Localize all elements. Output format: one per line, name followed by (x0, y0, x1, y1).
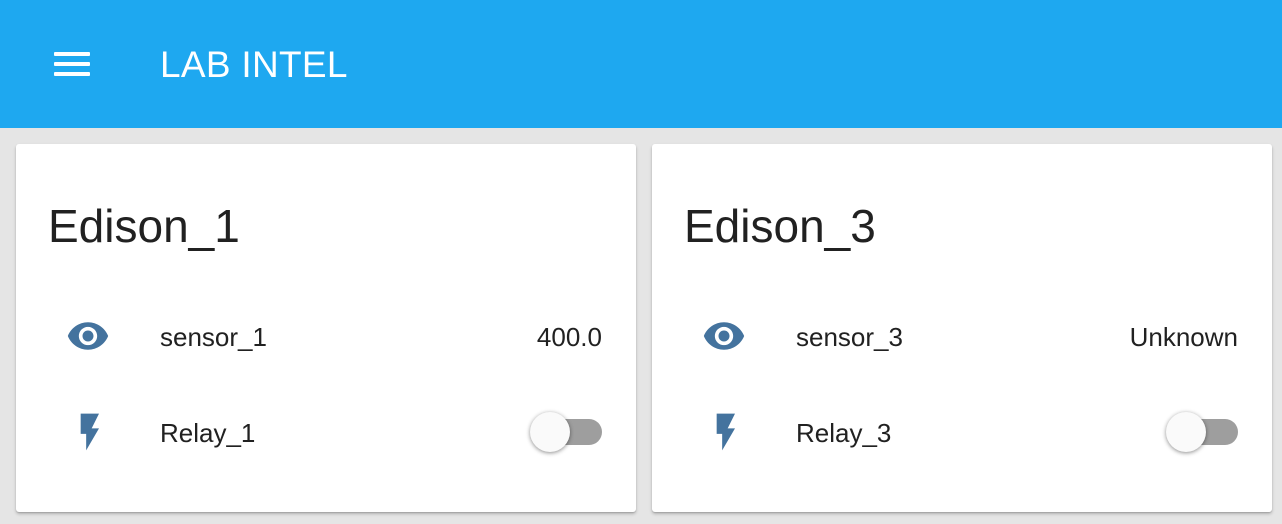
menu-button[interactable] (40, 36, 104, 92)
relay-row: Relay_1 (16, 402, 636, 462)
sensor-name: sensor_3 (796, 322, 903, 352)
toggle-thumb[interactable] (530, 412, 570, 452)
device-card-edison-1: Edison_1 sensor_1 400.0 Relay_1 (16, 144, 636, 512)
sensor-value: Unknown (1129, 322, 1238, 352)
toggle-thumb[interactable] (1166, 412, 1206, 452)
sensor-value: 400.0 (536, 322, 602, 352)
relay-toggle-switch[interactable] (1166, 412, 1238, 452)
card-title: Edison_1 (48, 200, 240, 252)
sensor-row[interactable]: sensor_1 400.0 (16, 306, 636, 366)
app-title: LAB INTEL (160, 44, 348, 85)
card-title: Edison_3 (684, 200, 876, 252)
relay-toggle-switch[interactable] (530, 412, 602, 452)
app-toolbar: LAB INTEL (0, 0, 1282, 128)
relay-name: Relay_1 (160, 418, 256, 448)
device-card-edison-3: Edison_3 sensor_3 Unknown Relay_3 (652, 144, 1272, 512)
lightning-bolt-icon (64, 410, 112, 454)
lightning-bolt-icon (700, 410, 748, 454)
eye-icon (700, 314, 748, 358)
relay-name: Relay_3 (796, 418, 892, 448)
sensor-row[interactable]: sensor_3 Unknown (652, 306, 1272, 366)
sensor-name: sensor_1 (160, 322, 267, 352)
eye-icon (64, 314, 112, 358)
relay-row: Relay_3 (652, 402, 1272, 462)
